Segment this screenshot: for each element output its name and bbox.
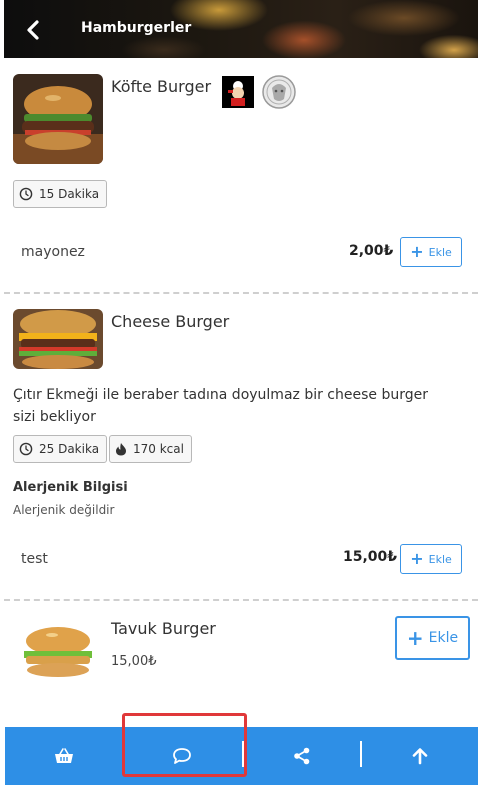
focus-highlight-box (122, 713, 247, 777)
plus-icon: + (406, 626, 424, 650)
add-tavuk-burger-button[interactable]: + Ekle (395, 616, 470, 660)
basket-button[interactable] (5, 727, 123, 785)
add-button-label: Ekle (428, 630, 459, 646)
share-icon (294, 747, 310, 765)
item-name: Tavuk Burger (111, 619, 216, 638)
app-frame: Hamburgerler Köfte Burger 15 Dakika mayo… (4, 0, 478, 785)
tavuk-burger-image[interactable] (18, 625, 98, 681)
scroll-top-button[interactable] (361, 727, 478, 785)
share-button[interactable] (243, 727, 361, 785)
basket-icon (55, 748, 73, 763)
menu-item-tavuk-burger: Tavuk Burger 15,00₺ + Ekle (4, 0, 478, 727)
item-price: 15,00₺ (111, 654, 157, 669)
arrow-up-icon (412, 748, 427, 765)
